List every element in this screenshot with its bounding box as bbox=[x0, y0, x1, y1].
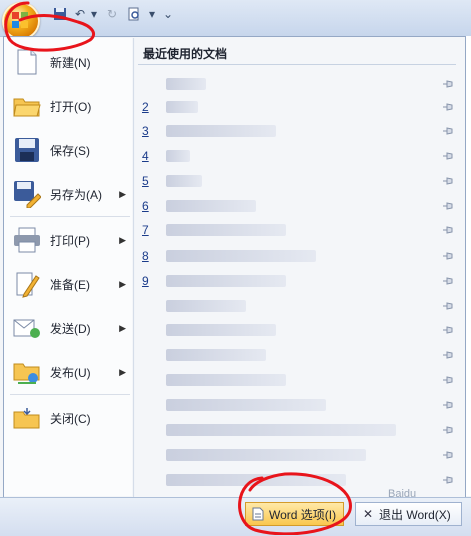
annotation-circle-options bbox=[238, 472, 352, 535]
annotation-overlay bbox=[4, 1, 352, 535]
annotation-circle-office-button bbox=[4, 1, 95, 52]
